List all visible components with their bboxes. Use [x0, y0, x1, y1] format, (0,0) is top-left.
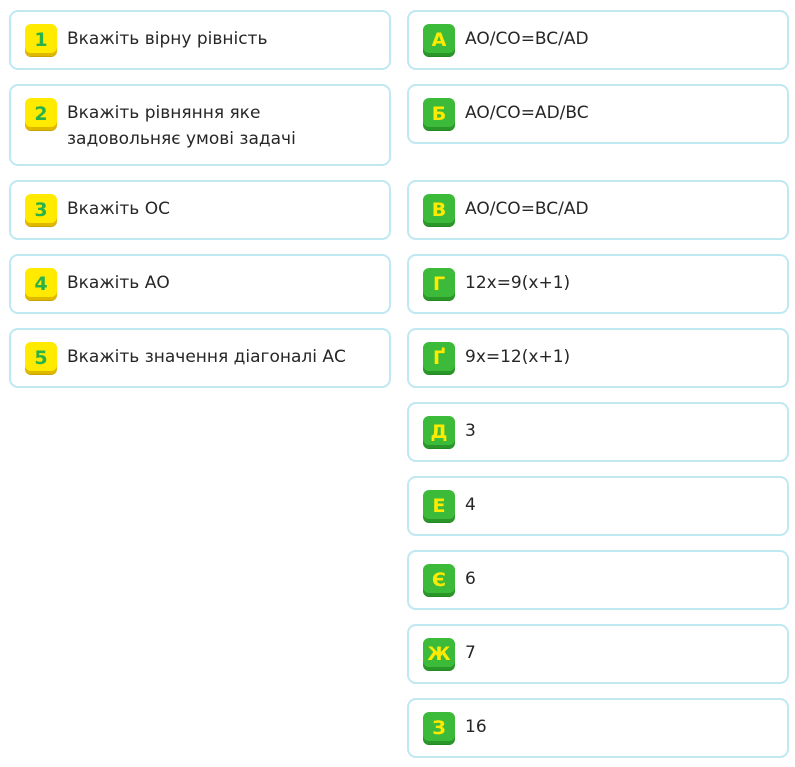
answer-text: 6 [465, 569, 476, 589]
answer-text: 12x=9(x+1) [465, 273, 571, 293]
answer-text: 16 [465, 717, 487, 737]
question-text: Вкажіть рівняння яке задовольняє умові з… [67, 103, 296, 149]
answer-text: AO/CO=BC/AD [465, 29, 589, 49]
question-card-1[interactable]: 1 Вкажіть вірну рівність [9, 10, 391, 70]
question-card-3[interactable]: 3 Вкажіть ОС [9, 180, 391, 240]
answer-card-v[interactable]: В AO/CO=BC/AD [407, 180, 789, 240]
answer-card-zh[interactable]: Ж 7 [407, 624, 789, 684]
answer-card-d[interactable]: Д 3 [407, 402, 789, 462]
question-number-badge: 2 [25, 98, 57, 130]
question-text: Вкажіть вірну рівність [67, 29, 268, 49]
answer-letter-badge: Є [423, 564, 455, 596]
answer-text: AO/CO=BC/AD [465, 199, 589, 219]
answer-card-g[interactable]: Ґ 9x=12(x+1) [407, 328, 789, 388]
answer-card-a[interactable]: А AO/CO=BC/AD [407, 10, 789, 70]
answer-letter-badge: Ж [423, 638, 455, 670]
question-card-4[interactable]: 4 Вкажіть АО [9, 254, 391, 314]
answer-text: 9x=12(x+1) [465, 347, 571, 367]
question-text: Вкажіть ОС [67, 199, 170, 219]
answer-letter-badge: Г [423, 268, 455, 300]
answer-letter-badge: А [423, 24, 455, 56]
question-card-5[interactable]: 5 Вкажіть значення діагоналі АС [9, 328, 391, 388]
answer-letter-badge: Д [423, 416, 455, 448]
question-number-badge: 1 [25, 24, 57, 56]
answer-letter-badge: В [423, 194, 455, 226]
answer-letter-badge: Ґ [423, 342, 455, 374]
answers-column: А AO/CO=BC/AD Б AO/CO=AD/BC В AO/CO=BC/A… [407, 10, 789, 767]
question-number-badge: 3 [25, 194, 57, 226]
question-number-badge: 4 [25, 268, 57, 300]
answer-text: 4 [465, 495, 476, 515]
answer-letter-badge: Е [423, 490, 455, 522]
answer-card-e[interactable]: Е 4 [407, 476, 789, 536]
answer-text: 3 [465, 421, 476, 441]
answer-text: AO/CO=AD/BC [465, 103, 589, 123]
question-card-2[interactable]: 2 Вкажіть рівняння яке задовольняє умові… [9, 84, 391, 166]
answer-card-z[interactable]: З 16 [407, 698, 789, 758]
question-number-badge: 5 [25, 342, 57, 374]
answer-letter-badge: Б [423, 98, 455, 130]
answer-card-h[interactable]: Г 12x=9(x+1) [407, 254, 789, 314]
questions-column: 1 Вкажіть вірну рівність 2 Вкажіть рівня… [9, 10, 391, 402]
answer-card-ye[interactable]: Є 6 [407, 550, 789, 610]
answer-letter-badge: З [423, 712, 455, 744]
question-text: Вкажіть АО [67, 273, 170, 293]
answer-card-b[interactable]: Б AO/CO=AD/BC [407, 84, 789, 144]
answer-text: 7 [465, 643, 476, 663]
question-text: Вкажіть значення діагоналі АС [67, 347, 346, 367]
matching-exercise: 1 Вкажіть вірну рівність 2 Вкажіть рівня… [0, 0, 795, 767]
